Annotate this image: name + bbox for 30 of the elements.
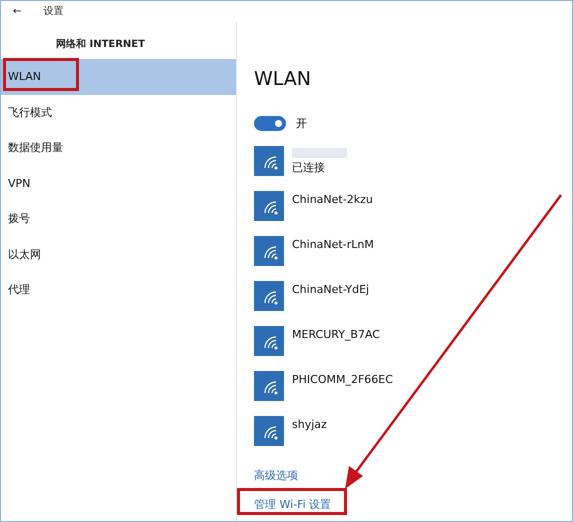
sidebar-item[interactable]: 飞行模式 [1, 94, 236, 130]
wlan-toggle[interactable] [254, 116, 286, 130]
wifi-icon [254, 191, 284, 221]
page-title: WLAN [254, 67, 312, 92]
network-name[interactable]: MERCURY_B7AC [292, 328, 380, 341]
sidebar-item[interactable]: WLAN [1, 59, 236, 94]
wifi-icon [254, 326, 284, 356]
wifi-icon [254, 416, 284, 446]
sidebar-item[interactable]: 数据使用量 [1, 130, 236, 166]
sidebar-item[interactable]: 代理 [1, 272, 236, 308]
sidebar-item[interactable]: VPN [1, 166, 236, 201]
network-name[interactable]: shyjaz [292, 418, 327, 431]
wifi-icon [254, 236, 284, 266]
network-name[interactable]: ChinaNet-rLnM [292, 238, 374, 251]
settings-link[interactable]: 高级选项 [254, 461, 572, 490]
toggle-label: 开 [296, 116, 307, 130]
wifi-icon [254, 281, 284, 311]
network-name[interactable]: PHICOMM_2F66EC [292, 373, 393, 386]
network-name[interactable]: ChinaNet-2kzu [292, 193, 373, 206]
back-button[interactable]: ← [13, 6, 22, 16]
section-heading: 网络和 INTERNET [55, 38, 146, 52]
network-name[interactable]: ChinaNet-YdEj [292, 283, 370, 296]
blurred-name [292, 148, 347, 158]
settings-link[interactable]: 管理 Wi-Fi 设置 [254, 490, 572, 519]
window-title: 设置 [43, 4, 64, 18]
wifi-icon [254, 146, 284, 176]
sidebar-item[interactable]: 以太网 [1, 236, 236, 272]
network-status: 已连接 [292, 160, 326, 175]
sidebar-item[interactable]: 拨号 [1, 201, 236, 236]
wifi-icon [254, 371, 284, 401]
